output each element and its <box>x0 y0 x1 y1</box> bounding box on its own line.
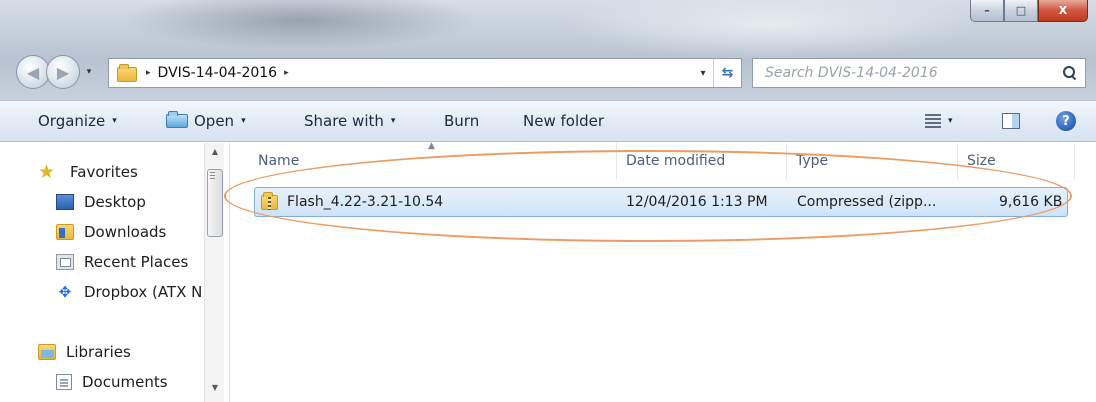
search-input[interactable]: Search DVIS-14-04-2016 <box>752 58 1086 88</box>
folder-icon <box>117 64 139 82</box>
address-dropdown-button[interactable]: ▾ <box>693 68 713 79</box>
chevron-down-icon: ▾ <box>390 116 396 126</box>
maximize-button[interactable]: □ <box>1004 0 1038 22</box>
table-row[interactable]: Flash_4.22-3.21-10.54 12/04/2016 1:13 PM… <box>254 187 1068 217</box>
help-icon: ? <box>1056 111 1076 131</box>
nav-item-libraries[interactable]: Libraries <box>38 339 131 365</box>
column-header-label: Type <box>796 153 829 169</box>
burn-button[interactable]: Burn <box>444 101 479 141</box>
desktop-icon <box>56 194 74 210</box>
title-bar: – □ X ◀ ▶ ▾ ▸ DVIS-14-04-2016 ▸ ▾ ⇆ Sear… <box>0 0 1096 100</box>
nav-item-recent-places[interactable]: Recent Places <box>56 249 188 275</box>
chevron-down-icon: ▾ <box>112 116 117 126</box>
open-label: Open <box>194 112 235 130</box>
libraries-icon <box>38 344 56 360</box>
breadcrumb-separator[interactable]: ▸ <box>284 68 289 78</box>
command-toolbar: Organize ▾ Open ▾ Share with ▾ Burn New … <box>0 100 1096 142</box>
preview-pane-button[interactable] <box>1002 101 1020 141</box>
forward-arrow-icon: ▶ <box>56 62 70 82</box>
file-list: Name ▲ Date modified Type Size Flash_4.2… <box>230 141 1096 402</box>
explorer-window: – □ X ◀ ▶ ▾ ▸ DVIS-14-04-2016 ▸ ▾ ⇆ Sear… <box>0 0 1096 402</box>
preview-pane-icon <box>1002 113 1020 129</box>
downloads-icon <box>56 224 74 240</box>
file-type: Compressed (zipp... <box>797 194 937 210</box>
nav-item-label: Dropbox (ATX N <box>84 283 203 301</box>
minimize-button[interactable]: – <box>970 0 1004 22</box>
nav-item-documents[interactable]: Documents <box>56 369 168 395</box>
column-header-type[interactable]: Type <box>796 143 828 179</box>
nav-item-dropbox[interactable]: ✥ Dropbox (ATX N <box>56 279 203 305</box>
address-bar[interactable]: ▸ DVIS-14-04-2016 ▸ ▾ ⇆ <box>108 58 742 88</box>
nav-item-label: Libraries <box>66 343 131 361</box>
breadcrumb-separator[interactable]: ▸ <box>146 68 151 78</box>
file-name-cell: Flash_4.22-3.21-10.54 <box>261 188 443 216</box>
nav-item-label: Desktop <box>84 193 146 211</box>
scrollbar-grip-icon <box>210 172 215 179</box>
recent-places-icon <box>56 254 74 270</box>
close-button[interactable]: X <box>1038 0 1088 22</box>
dropbox-icon: ✥ <box>58 283 72 301</box>
nav-item-label: Favorites <box>70 163 138 181</box>
share-with-button[interactable]: Share with ▾ <box>304 101 395 141</box>
star-icon: ★ <box>38 161 56 183</box>
column-header-label: Date modified <box>626 153 726 169</box>
column-header-date-modified[interactable]: Date modified <box>626 143 725 179</box>
search-placeholder: Search DVIS-14-04-2016 <box>765 65 938 81</box>
breadcrumb-current-folder[interactable]: DVIS-14-04-2016 <box>158 65 278 81</box>
nav-item-downloads[interactable]: Downloads <box>56 219 166 245</box>
view-details-icon <box>925 114 941 128</box>
file-size: 9,616 KB <box>999 194 1063 210</box>
file-name: Flash_4.22-3.21-10.54 <box>287 194 444 210</box>
nav-item-favorites[interactable]: ★ Favorites <box>38 159 138 185</box>
share-with-label: Share with <box>304 112 384 130</box>
refresh-icon: ⇆ <box>721 65 734 81</box>
scroll-down-icon[interactable]: ▼ <box>205 379 225 395</box>
new-folder-button[interactable]: New folder <box>523 101 604 141</box>
nav-item-label: Documents <box>82 373 168 391</box>
open-folder-icon <box>166 111 190 129</box>
refresh-button[interactable]: ⇆ <box>713 59 741 87</box>
zip-folder-icon <box>261 192 279 211</box>
back-arrow-icon: ◀ <box>26 62 40 82</box>
sort-ascending-icon: ▲ <box>428 141 435 151</box>
scrollbar-thumb[interactable] <box>207 169 223 237</box>
column-header-label: Name <box>258 153 300 169</box>
navigation-scrollbar[interactable]: ▲ ▼ <box>204 143 224 402</box>
window-controls: – □ X <box>970 0 1088 22</box>
chevron-down-icon: ▾ <box>948 116 953 126</box>
search-icon[interactable] <box>1063 66 1077 80</box>
back-button[interactable]: ◀ <box>16 55 50 89</box>
documents-icon <box>56 374 72 390</box>
forward-button[interactable]: ▶ <box>46 55 80 89</box>
recent-pages-dropdown[interactable]: ▾ <box>82 65 96 79</box>
change-view-button[interactable]: ▾ <box>925 101 953 141</box>
column-header-label: Size <box>967 153 996 169</box>
nav-item-desktop[interactable]: Desktop <box>56 189 146 215</box>
nav-item-label: Downloads <box>84 223 167 241</box>
organize-button[interactable]: Organize ▾ <box>38 101 117 141</box>
column-header-name[interactable]: Name <box>258 143 299 179</box>
open-button[interactable]: Open ▾ <box>166 101 246 141</box>
scroll-up-icon[interactable]: ▲ <box>205 143 225 159</box>
organize-label: Organize <box>38 112 106 130</box>
file-date-modified: 12/04/2016 1:13 PM <box>626 194 768 210</box>
navigation-pane: ★ Favorites Desktop Downloads Recent Pla… <box>0 143 230 402</box>
column-header-size[interactable]: Size <box>967 143 996 179</box>
navigation-buttons: ◀ ▶ ▾ <box>16 55 96 89</box>
nav-item-label: Recent Places <box>84 253 189 271</box>
help-button[interactable]: ? <box>1056 101 1076 141</box>
chevron-down-icon: ▾ <box>241 116 246 126</box>
